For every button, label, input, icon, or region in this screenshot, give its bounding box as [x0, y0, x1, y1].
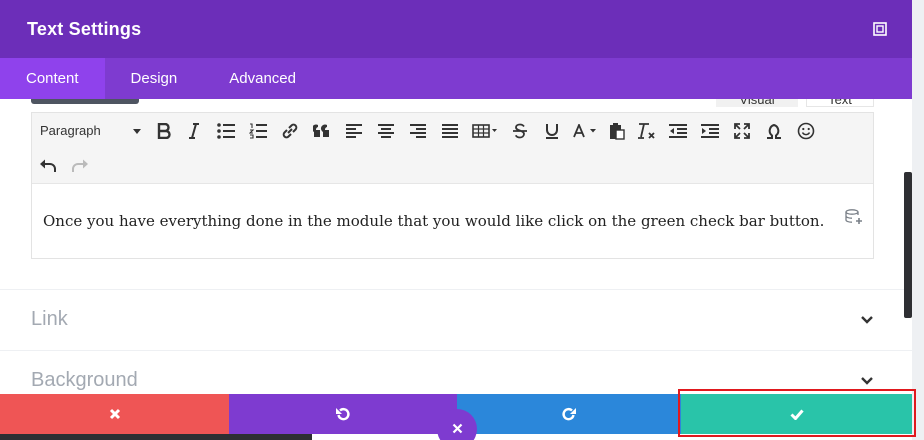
format-select-value: Paragraph [40, 123, 101, 138]
indent-icon[interactable] [694, 117, 726, 145]
section-background[interactable]: Background [0, 350, 912, 394]
section-link[interactable]: Link [0, 289, 912, 350]
expand-icon[interactable] [873, 22, 887, 36]
modal-title: Text Settings [27, 18, 142, 39]
close-icon [109, 408, 120, 420]
underline-icon[interactable] [536, 117, 568, 145]
editor-text[interactable]: Once you have everything done in the mod… [43, 212, 824, 230]
close-icon [452, 423, 462, 433]
text-color-icon[interactable] [568, 117, 604, 145]
blockquote-icon[interactable] [306, 117, 338, 145]
redo-icon [562, 407, 576, 421]
clear-formatting-icon[interactable] [630, 117, 662, 145]
chevron-down-icon [861, 316, 873, 324]
undo-button[interactable] [229, 394, 457, 434]
discard-button[interactable] [0, 394, 229, 434]
outdent-icon[interactable] [662, 117, 694, 145]
tab-content[interactable]: Content [0, 58, 105, 99]
page-edge [0, 434, 312, 440]
bold-icon[interactable] [150, 117, 178, 145]
visual-mode-tab[interactable]: Visual [716, 99, 798, 107]
page-background [912, 0, 924, 440]
format-select[interactable]: Paragraph [32, 118, 150, 144]
text-settings-modal: Text Settings Content Design Advanced Vi… [0, 0, 912, 440]
redo-icon[interactable] [64, 152, 96, 180]
tab-bar: Content Design Advanced [0, 58, 912, 99]
chevron-down-icon [861, 377, 873, 385]
upload-button-edge[interactable] [31, 99, 139, 104]
toolbar-row-2 [32, 149, 96, 183]
editor-body[interactable]: Once you have everything done in the mod… [32, 185, 873, 258]
section-background-label: Background [31, 369, 138, 391]
italic-icon[interactable] [178, 117, 210, 145]
align-right-icon[interactable] [402, 117, 434, 145]
chevron-down-icon [133, 129, 141, 134]
text-mode-tab[interactable]: Text [806, 99, 874, 107]
tab-design[interactable]: Design [105, 58, 204, 99]
dynamic-content-icon[interactable] [845, 209, 863, 225]
save-button-highlight [678, 389, 916, 437]
align-justify-icon[interactable] [434, 117, 466, 145]
editor-toolbar: Paragraph [32, 113, 873, 184]
scrollbar[interactable] [904, 172, 912, 318]
section-link-label: Link [31, 308, 68, 330]
align-center-icon[interactable] [370, 117, 402, 145]
content-panel: Visual Text Paragraph Once you have ever… [0, 99, 912, 394]
rich-text-editor: Paragraph Once you have everything done … [31, 112, 874, 259]
special-character-icon[interactable] [758, 117, 790, 145]
modal-header: Text Settings [0, 0, 912, 58]
table-icon[interactable] [466, 117, 504, 145]
bullet-list-icon[interactable] [210, 117, 242, 145]
link-icon[interactable] [274, 117, 306, 145]
align-left-icon[interactable] [338, 117, 370, 145]
undo-icon [336, 407, 350, 421]
redo-button[interactable] [457, 394, 681, 434]
undo-icon[interactable] [32, 152, 64, 180]
tab-advanced[interactable]: Advanced [203, 58, 322, 99]
paste-icon[interactable] [604, 117, 630, 145]
strikethrough-icon[interactable] [504, 117, 536, 145]
fullscreen-icon[interactable] [726, 117, 758, 145]
toolbar-row-1: Paragraph [32, 114, 822, 148]
numbered-list-icon[interactable] [242, 117, 274, 145]
emoji-icon[interactable] [790, 117, 822, 145]
